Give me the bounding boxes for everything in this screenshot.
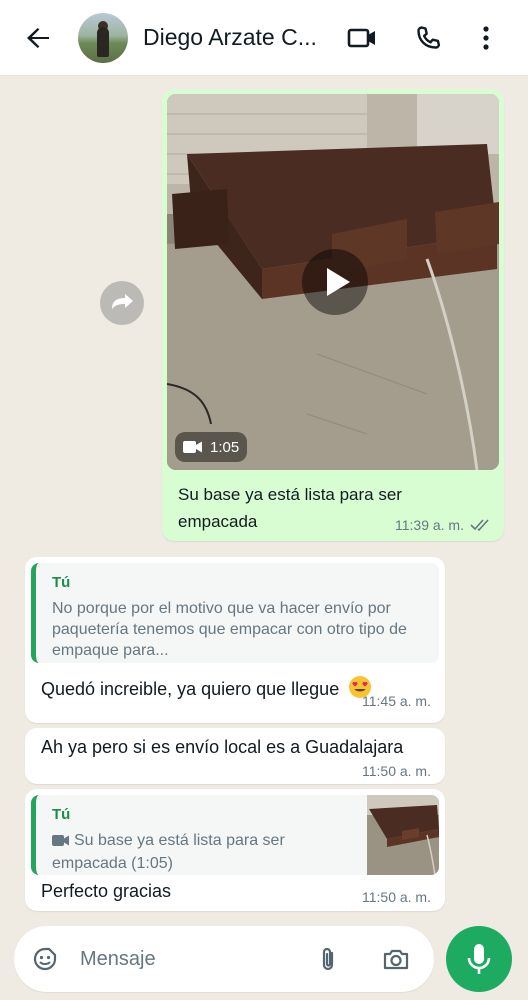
sticker-icon[interactable] bbox=[31, 945, 59, 973]
video-call-icon[interactable] bbox=[346, 22, 378, 54]
more-options-icon[interactable] bbox=[470, 22, 502, 54]
message-meta: 11:39 a. m. bbox=[395, 517, 492, 533]
quote-text: Su base ya está lista para ser empacada … bbox=[52, 832, 285, 872]
message-time: 11:45 a. m. bbox=[361, 693, 431, 709]
avatar[interactable] bbox=[78, 13, 128, 63]
message-text: Ah ya pero si es envío local es a Guadal… bbox=[41, 737, 404, 757]
chat-header: Diego Arzate C... bbox=[0, 0, 528, 76]
incoming-reply-message[interactable]: Tú Su base ya está lista para ser empaca… bbox=[25, 789, 445, 911]
message-input-bar bbox=[0, 920, 528, 1000]
chat-area: 1:05 Su base ya está lista para ser empa… bbox=[0, 77, 528, 920]
message-input[interactable] bbox=[80, 944, 300, 974]
video-camera-icon bbox=[52, 832, 70, 853]
voice-call-icon[interactable] bbox=[412, 22, 444, 54]
quote-author: Tú bbox=[52, 574, 71, 591]
message-composer bbox=[14, 926, 434, 992]
back-arrow-icon[interactable] bbox=[22, 22, 54, 54]
quote-text: No porque por el motivo que va hacer env… bbox=[52, 600, 407, 659]
attach-icon[interactable] bbox=[314, 945, 342, 973]
microphone-icon bbox=[467, 944, 491, 974]
video-thumbnail[interactable]: 1:05 bbox=[167, 94, 499, 470]
outgoing-video-message[interactable]: 1:05 Su base ya está lista para ser empa… bbox=[162, 89, 504, 541]
video-camera-icon bbox=[183, 441, 202, 453]
video-duration: 1:05 bbox=[210, 438, 240, 456]
quoted-video-thumbnail bbox=[367, 795, 439, 875]
incoming-message[interactable]: Ah ya pero si es envío local es a Guadal… bbox=[25, 728, 445, 784]
quoted-message[interactable]: Tú Su base ya está lista para ser empaca… bbox=[31, 795, 439, 875]
play-button[interactable] bbox=[302, 249, 368, 315]
camera-icon[interactable] bbox=[382, 945, 410, 973]
quoted-message[interactable]: Tú No porque por el motivo que va hacer … bbox=[31, 563, 439, 663]
quote-author: Tú bbox=[52, 806, 71, 823]
contact-name[interactable]: Diego Arzate C... bbox=[143, 24, 323, 51]
message-time: 11:50 a. m. bbox=[361, 763, 431, 779]
message-text: Quedó increible, ya quiero que llegue bbox=[41, 675, 372, 704]
microphone-button[interactable] bbox=[446, 926, 512, 992]
message-text: Perfecto gracias bbox=[41, 881, 172, 901]
forward-icon[interactable] bbox=[100, 281, 144, 325]
video-duration-badge: 1:05 bbox=[175, 432, 247, 462]
message-time: 11:39 a. m. bbox=[394, 517, 464, 533]
message-time: 11:50 a. m. bbox=[361, 889, 431, 905]
incoming-reply-message[interactable]: Tú No porque por el motivo que va hacer … bbox=[25, 557, 445, 723]
double-check-icon bbox=[470, 519, 489, 532]
